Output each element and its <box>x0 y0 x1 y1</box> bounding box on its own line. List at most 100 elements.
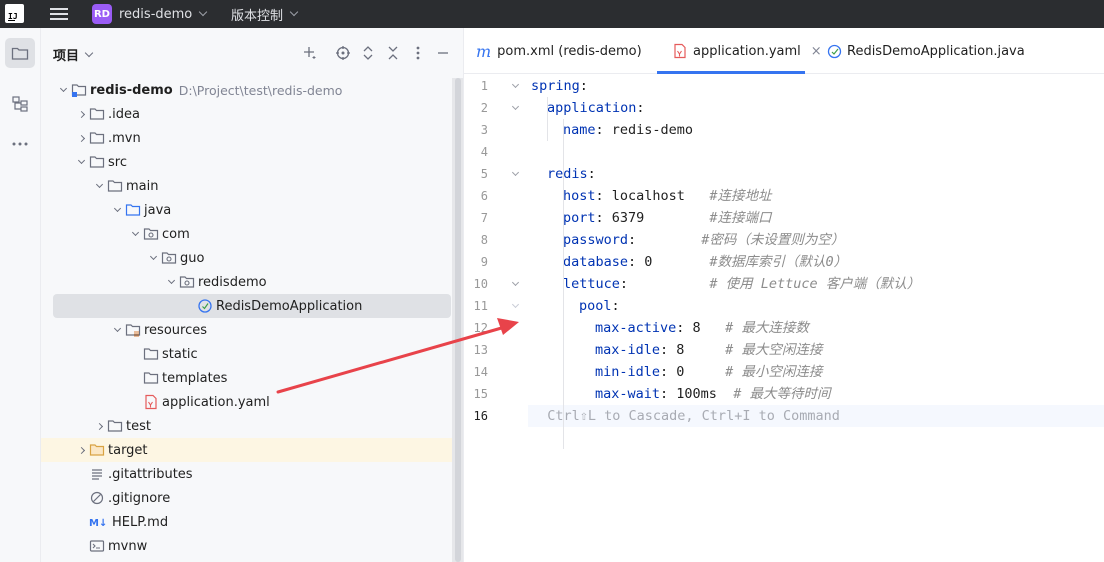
code-line[interactable]: application: <box>528 97 1104 119</box>
text-file-icon <box>89 466 105 482</box>
main-menu-icon[interactable] <box>50 6 68 22</box>
fold-toggle-icon[interactable] <box>510 163 520 185</box>
chevron-down-icon[interactable] <box>55 82 71 98</box>
chevron-down-icon[interactable] <box>145 250 161 266</box>
folder-icon <box>89 130 105 146</box>
chevron-down-icon[interactable] <box>91 178 107 194</box>
collapse-all-icon <box>388 46 397 60</box>
yaml-colon: : <box>660 364 669 380</box>
code-line[interactable]: lettuce: # 使用 Lettuce 客户端（默认） <box>528 273 1104 295</box>
code-area[interactable]: spring: application: name: redis-demo redis… <box>528 74 1104 562</box>
project-view-selector[interactable]: 项目 <box>53 45 94 64</box>
yaml-key: min-idle <box>595 364 661 380</box>
new-file-button[interactable] <box>297 42 322 64</box>
yaml-key: database <box>563 254 629 270</box>
tree-item-test[interactable]: test <box>41 414 463 438</box>
code-line[interactable]: spring: <box>528 75 1104 97</box>
tree-item-label: guo <box>180 250 205 266</box>
code-line[interactable]: pool: <box>528 295 1104 317</box>
tree-item-com[interactable]: com <box>41 222 463 246</box>
code-line[interactable]: port: 6379 #连接端口 <box>528 207 1104 229</box>
project-name: redis-demo <box>119 6 193 22</box>
fold-toggle-icon[interactable] <box>510 75 520 97</box>
project-switcher[interactable]: RD redis-demo <box>92 3 208 25</box>
yaml-file-icon <box>143 394 159 410</box>
tree-item-templates[interactable]: templates <box>41 366 463 390</box>
tree-item-idea[interactable]: .idea <box>41 102 463 126</box>
line-number: 12 <box>473 321 488 335</box>
options-button[interactable] <box>405 42 430 64</box>
code-line[interactable]: min-idle: 0 # 最小空闲连接 <box>528 361 1104 383</box>
more-horizontal-icon <box>12 142 28 146</box>
tree-item-help-md[interactable]: M↓ HELP.md <box>41 510 463 534</box>
chevron-down-icon[interactable] <box>127 226 143 242</box>
tree-item-src[interactable]: src <box>41 150 463 174</box>
tab-redis-demo-application-java[interactable]: RedisDemoApplication.java <box>826 28 1025 74</box>
chevron-down-icon[interactable] <box>163 274 179 290</box>
code-line[interactable]: max-active: 8 # 最大连接数 <box>528 317 1104 339</box>
code-line[interactable]: host: localhost #连接地址 <box>528 185 1104 207</box>
expand-all-button[interactable] <box>355 42 380 64</box>
yaml-colon: : <box>611 298 620 314</box>
close-icon[interactable]: × <box>811 44 822 59</box>
tree-item-target[interactable]: target <box>41 438 463 462</box>
chevron-right-icon[interactable] <box>73 106 89 122</box>
collapse-all-button[interactable] <box>380 42 405 64</box>
code-line[interactable]: database: 0 #数据库索引（默认0） <box>528 251 1104 273</box>
tree-item-label: com <box>162 226 190 242</box>
yaml-value: localhost <box>603 188 710 204</box>
tree-item-redisdemo[interactable]: redisdemo <box>41 270 463 294</box>
chevron-down-icon[interactable] <box>109 202 125 218</box>
yaml-comment: # 最大空闲连接 <box>725 342 823 358</box>
yaml-value: 0 <box>668 364 726 380</box>
tab-application-yaml[interactable]: application.yaml × <box>657 28 822 74</box>
structure-tool-button[interactable] <box>5 89 35 119</box>
chevron-down-icon[interactable] <box>73 154 89 170</box>
tab-label: RedisDemoApplication.java <box>847 43 1025 59</box>
tree-item-main[interactable]: main <box>41 174 463 198</box>
vcs-menu[interactable]: 版本控制 <box>231 3 299 25</box>
code-line[interactable]: redis: <box>528 163 1104 185</box>
code-line[interactable]: Ctrl⇧L to Cascade, Ctrl+I to Command <box>528 405 1104 427</box>
tree-item-application-yaml[interactable]: application.yaml <box>41 390 463 414</box>
chevron-down-icon[interactable] <box>109 322 125 338</box>
code-line[interactable]: password: #密码（未设置则为空） <box>528 229 1104 251</box>
tree-item-static[interactable]: static <box>41 342 463 366</box>
code-line[interactable]: name: redis-demo <box>528 119 1104 141</box>
tree-item-redis-demo[interactable]: redis-demo D:\Project\test\redis-demo <box>41 78 463 102</box>
tree-item-gitignore[interactable]: .gitignore <box>41 486 463 510</box>
tree-item-mvn[interactable]: .mvn <box>41 126 463 150</box>
tab-pom-xml[interactable]: m pom.xml (redis-demo) <box>476 28 642 74</box>
hide-panel-button[interactable] <box>430 42 455 64</box>
more-tools-button[interactable] <box>5 129 35 159</box>
yaml-colon: : <box>636 100 645 116</box>
code-line[interactable]: max-wait: 100ms # 最大等待时间 <box>528 383 1104 405</box>
module-folder-icon <box>71 82 87 98</box>
tree-item-java[interactable]: java <box>41 198 463 222</box>
fold-toggle-icon[interactable] <box>510 295 520 317</box>
chevron-right-icon[interactable] <box>73 130 89 146</box>
line-number: 3 <box>480 123 488 137</box>
tree-scrollbar-thumb[interactable] <box>455 78 461 562</box>
chevron-right-icon[interactable] <box>91 418 107 434</box>
yaml-comment: # 最大连接数 <box>725 320 809 336</box>
chevron-right-icon[interactable] <box>73 442 89 458</box>
fold-toggle-icon[interactable] <box>510 97 520 119</box>
line-number: 15 <box>473 387 488 401</box>
project-tool-button[interactable] <box>5 38 35 68</box>
tree-item-mvnw[interactable]: mvnw <box>41 534 463 558</box>
code-line[interactable] <box>528 141 1104 163</box>
ai-inline-hint: Ctrl⇧L to Cascade, Ctrl+I to Command <box>531 408 840 424</box>
select-opened-file-button[interactable] <box>330 42 355 64</box>
tree-item-redisdemoapplication[interactable]: RedisDemoApplication <box>53 294 451 318</box>
code-line[interactable]: max-idle: 8 # 最大空闲连接 <box>528 339 1104 361</box>
fold-toggle-icon[interactable] <box>510 273 520 295</box>
tree-item-label: HELP.md <box>112 514 169 530</box>
tree-item-gitattributes[interactable]: .gitattributes <box>41 462 463 486</box>
tree-item-guo[interactable]: guo <box>41 246 463 270</box>
yaml-value: 100ms <box>668 386 734 402</box>
tree-item-resources[interactable]: resources <box>41 318 463 342</box>
